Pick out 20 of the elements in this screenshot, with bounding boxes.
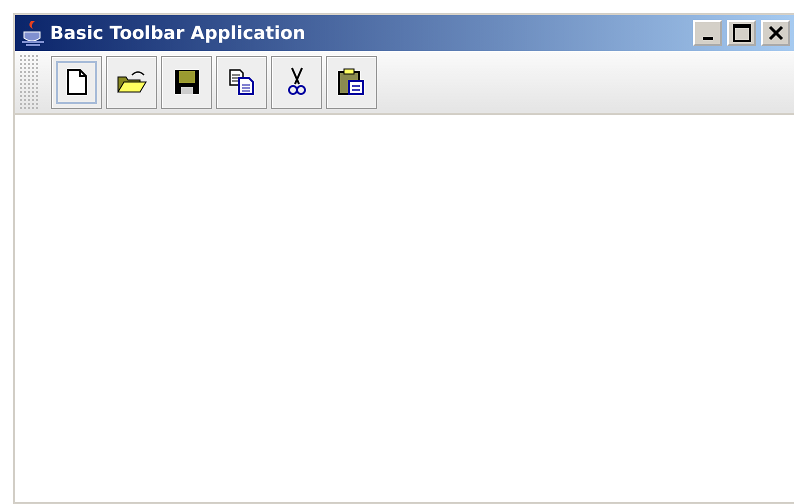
toolbar-button[interactable] [326, 56, 377, 108]
toolbar-grip[interactable] [19, 54, 39, 110]
folder-icon [116, 69, 148, 95]
toolbar-button[interactable] [216, 56, 267, 108]
close-button[interactable] [761, 20, 790, 46]
toolbar-button[interactable] [51, 56, 102, 108]
toolbar-button[interactable] [161, 56, 212, 108]
clipboard-icon [338, 68, 366, 96]
toolbar-button[interactable] [106, 56, 157, 108]
toolbar-button[interactable] [271, 56, 322, 108]
scissors-icon [286, 67, 306, 97]
minimize-icon [702, 37, 712, 40]
close-icon [768, 25, 784, 41]
coffee-cup-icon [21, 20, 45, 46]
maximize-button[interactable] [727, 20, 756, 46]
copy-icon [228, 69, 254, 95]
maximize-icon [732, 24, 750, 42]
blank-page-icon [66, 69, 86, 95]
minimize-button[interactable] [693, 20, 722, 46]
window-title: Basic Toolbar Application [50, 22, 306, 44]
